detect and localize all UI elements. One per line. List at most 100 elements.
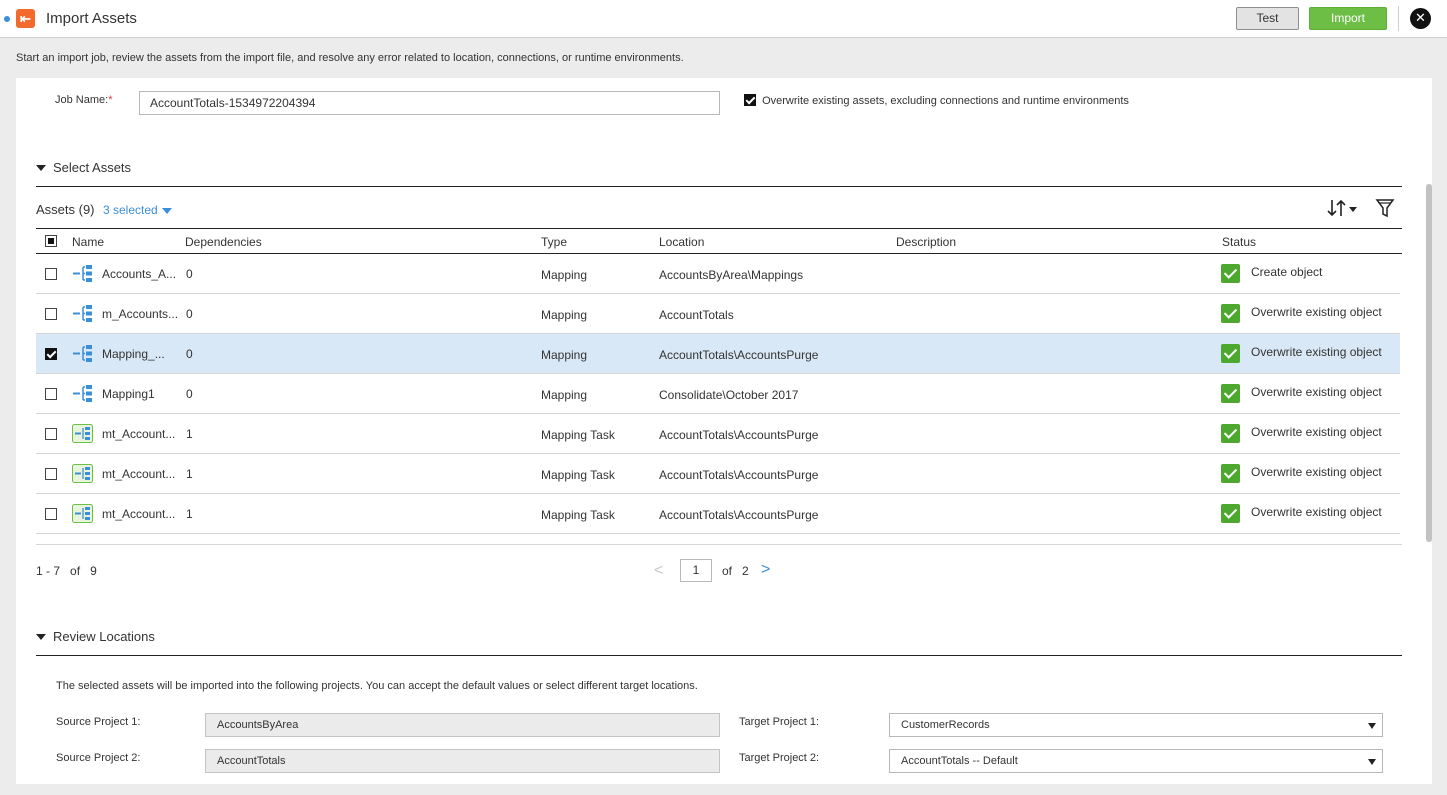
source-project-1-field: AccountsByArea: [205, 713, 720, 737]
asset-name[interactable]: m_Accounts...: [102, 307, 178, 321]
filter-icon[interactable]: [1375, 197, 1395, 219]
intro-text: Start an import job, review the assets f…: [16, 52, 684, 64]
row-checkbox[interactable]: [45, 348, 57, 360]
asset-dependencies: 0: [186, 267, 193, 281]
asset-type: Mapping: [541, 348, 588, 362]
column-header-description[interactable]: Description: [896, 235, 956, 249]
select-assets-title: Select Assets: [53, 160, 132, 175]
asset-name[interactable]: Mapping1: [102, 387, 155, 401]
table-header: Name Dependencies Type Location Descript…: [36, 229, 1402, 254]
source-project-2-label: Source Project 2:: [56, 752, 141, 764]
status-check-icon: [1221, 264, 1240, 283]
asset-name[interactable]: mt_Account...: [102, 467, 175, 481]
caret-down-icon: [161, 207, 172, 214]
asset-status: Overwrite existing object: [1251, 305, 1382, 319]
asset-dependencies: 1: [186, 507, 193, 521]
section-divider: [36, 655, 1402, 656]
table-row[interactable]: mt_Account... 1 Mapping Task AccountTotals\…: [36, 454, 1400, 494]
sort-icon[interactable]: [1327, 197, 1359, 219]
status-check-icon: [1221, 384, 1240, 403]
overwrite-label: Overwrite existing assets, excluding con…: [762, 95, 1129, 107]
mapping-task-icon: [72, 464, 93, 483]
asset-name[interactable]: Accounts_A...: [102, 267, 176, 281]
asset-location: AccountTotals\AccountsPurge: [659, 428, 819, 442]
table-row[interactable]: Mapping1 0 Mapping Consolidate\October 2017…: [36, 374, 1400, 414]
asset-type: Mapping Task: [541, 428, 615, 442]
table-row[interactable]: Accounts_A... 0 Mapping AccountsByArea\Mapp…: [36, 254, 1400, 294]
row-checkbox[interactable]: [45, 308, 57, 320]
assets-count: Assets (9): [36, 202, 95, 217]
overwrite-option[interactable]: Overwrite existing assets, excluding con…: [744, 94, 1129, 107]
asset-type: Mapping: [541, 308, 588, 322]
column-header-location[interactable]: Location: [659, 235, 704, 249]
next-page-icon[interactable]: >: [761, 561, 770, 579]
asset-status: Create object: [1251, 265, 1323, 279]
mapping-icon: [72, 264, 93, 283]
mapping-task-icon: [72, 504, 93, 523]
column-header-dependencies[interactable]: Dependencies: [185, 235, 262, 249]
review-locations-toggle[interactable]: Review Locations: [36, 629, 155, 644]
select-assets-toggle[interactable]: Select Assets: [36, 160, 131, 175]
row-checkbox[interactable]: [45, 388, 57, 400]
job-name-input[interactable]: AccountTotals-1534972204394: [139, 91, 720, 115]
asset-location: AccountTotals\AccountsPurge: [659, 468, 819, 482]
row-checkbox[interactable]: [45, 468, 57, 480]
section-divider: [36, 186, 1402, 187]
table-row[interactable]: m_Accounts... 0 Mapping AccountTotals Overwr…: [36, 294, 1400, 334]
table-row[interactable]: mt_Account... 1 Mapping Task AccountTotals\…: [36, 494, 1400, 534]
mapping-task-icon: [72, 424, 93, 443]
asset-type: Mapping Task: [541, 508, 615, 522]
asset-status: Overwrite existing object: [1251, 345, 1382, 359]
status-check-icon: [1221, 304, 1240, 323]
table-row[interactable]: Mapping_... 0 Mapping AccountTotals\Account…: [36, 334, 1400, 374]
import-assets-logo-icon: ⇤: [16, 9, 35, 28]
target-project-1-select[interactable]: CustomerRecords: [889, 713, 1383, 737]
row-checkbox[interactable]: [45, 508, 57, 520]
asset-dependencies: 1: [186, 467, 193, 481]
selected-label: 3 selected: [103, 203, 158, 217]
table-scrollbar-thumb[interactable]: [1426, 184, 1432, 542]
test-button[interactable]: Test: [1236, 7, 1299, 30]
row-checkbox[interactable]: [45, 428, 57, 440]
asset-dependencies: 0: [186, 387, 193, 401]
target-project-2-value: AccountTotals -- Default: [901, 755, 1018, 767]
range-of-label: of: [70, 564, 81, 578]
asset-location: Consolidate\October 2017: [659, 388, 799, 402]
column-header-type[interactable]: Type: [541, 235, 567, 249]
mapping-icon: [72, 384, 93, 403]
asset-name[interactable]: mt_Account...: [102, 507, 175, 521]
previous-page-icon[interactable]: <: [654, 562, 663, 580]
asset-status: Overwrite existing object: [1251, 425, 1382, 439]
overwrite-checkbox[interactable]: [744, 94, 756, 107]
dropdown-arrow-icon: [1368, 759, 1376, 765]
page-title: Import Assets: [46, 10, 137, 27]
selected-dropdown[interactable]: 3 selected: [103, 203, 172, 217]
asset-name[interactable]: mt_Account...: [102, 427, 175, 441]
asset-type: Mapping Task: [541, 468, 615, 482]
page-count: of 2: [722, 564, 749, 578]
table-row[interactable]: mt_Account... 1 Mapping Task AccountTotals\…: [36, 414, 1400, 454]
target-project-1-label: Target Project 1:: [739, 716, 820, 728]
column-header-name[interactable]: Name: [72, 235, 104, 249]
row-range: 1 - 7 of 9: [36, 564, 97, 578]
target-project-2-label: Target Project 2:: [739, 752, 820, 764]
page-number-input[interactable]: 1: [680, 559, 712, 582]
required-mark: *: [108, 94, 113, 106]
top-bar: ⇤ Import Assets Test Import ✕: [0, 0, 1447, 38]
asset-dependencies: 1: [186, 427, 193, 441]
import-button[interactable]: Import: [1309, 7, 1387, 30]
close-icon[interactable]: ✕: [1410, 8, 1431, 29]
asset-status: Overwrite existing object: [1251, 465, 1382, 479]
job-name-label-text: Job Name:: [55, 94, 109, 106]
collapse-triangle-icon: [36, 164, 46, 171]
target-project-2-select[interactable]: AccountTotals -- Default: [889, 749, 1383, 773]
dropdown-arrow-icon: [1368, 723, 1376, 729]
source-project-1-label: Source Project 1:: [56, 716, 141, 728]
range-label: 1 - 7: [36, 564, 61, 578]
column-header-status[interactable]: Status: [1222, 235, 1256, 249]
asset-name[interactable]: Mapping_...: [102, 347, 165, 361]
row-checkbox[interactable]: [45, 268, 57, 280]
mapping-icon: [72, 304, 93, 323]
asset-type: Mapping: [541, 388, 588, 402]
select-all-checkbox[interactable]: [45, 235, 57, 247]
